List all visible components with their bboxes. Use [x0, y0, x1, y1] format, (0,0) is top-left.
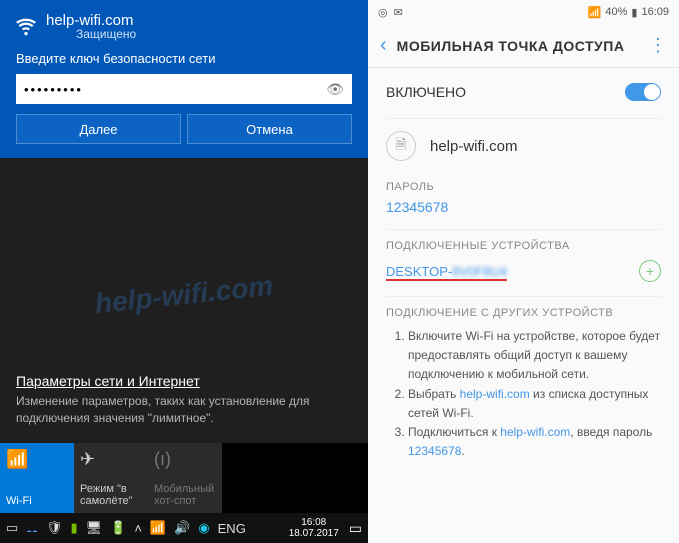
page-title: МОБИЛЬНАЯ ТОЧКА ДОСТУПА [397, 38, 625, 54]
battery-text: 40% [605, 6, 627, 18]
instructions: Включите Wi-Fi на устройстве, которое бу… [386, 327, 661, 461]
tray-icon[interactable]: ▭ [6, 520, 18, 536]
security-prompt: Введите ключ безопасности сети [16, 51, 352, 66]
hotspot-toggle-row[interactable]: ВКЛЮЧЕНО [386, 68, 661, 116]
instruction-item: Выбрать help-wifi.com из списка доступны… [408, 385, 661, 423]
tray-icon[interactable]: 🛡 [46, 520, 63, 536]
volume-icon[interactable]: 🔊 [174, 520, 190, 536]
action-tiles: 📶 Wi-Fi ✈ Режим "в самолёте" (ı) Мобильн… [0, 443, 368, 513]
next-button[interactable]: Далее [16, 114, 181, 144]
instruction-item: Подключиться к help-wifi.com, введя паро… [408, 423, 661, 461]
airplane-icon: ✈ [80, 449, 142, 470]
tile-wifi[interactable]: 📶 Wi-Fi [0, 443, 74, 513]
tray-icon[interactable]: 🖥 [86, 520, 103, 536]
divider [386, 229, 661, 230]
message-icon: ✉ [394, 6, 403, 19]
taskbar: ▭ ⚋ 🛡 ▮ 🖥 🔋 ˄ 📶 🔊 ◉ ENG 16:08 18.07.2017… [0, 513, 368, 543]
battery-icon[interactable]: 🔋 [110, 520, 126, 536]
action-center-icon[interactable]: ▭ [349, 520, 362, 537]
signal-icon: 📶 [588, 6, 602, 19]
reveal-password-icon[interactable]: 👁 [326, 81, 344, 98]
enabled-label: ВКЛЮЧЕНО [386, 84, 466, 100]
tray-icon[interactable]: ◉ [198, 520, 209, 536]
more-icon[interactable]: ⋮ [649, 35, 667, 56]
divider [386, 296, 661, 297]
flyout-body: help-wifi.com Параметры сети и Интернет … [0, 158, 368, 443]
tile-hotspot[interactable]: (ı) Мобильный хот-спот [148, 443, 222, 513]
wifi-icon [16, 17, 36, 37]
other-devices-label: ПОДКЛЮЧЕНИЕ С ДРУГИХ УСТРОЙСТВ [386, 307, 661, 319]
hotspot-name: help-wifi.com [430, 138, 518, 155]
network-config-row[interactable]: 🗎 help-wifi.com [386, 121, 661, 171]
android-status-bar: ◎ ✉ 📶 40% ▮ 16:09 [368, 0, 679, 24]
hotspot-icon: (ı) [154, 449, 216, 470]
connected-section-label: ПОДКЛЮЧЕННЫЕ УСТРОЙСТВА [386, 240, 661, 252]
network-status: Защищено [76, 27, 136, 41]
document-icon: 🗎 [386, 131, 416, 161]
password-input[interactable] [24, 82, 326, 97]
hotspot-password[interactable]: 12345678 [386, 199, 661, 215]
wifi-icon: 📶 [6, 449, 68, 470]
status-time: 16:09 [641, 6, 669, 18]
bluetooth-icon[interactable]: ⚋ [26, 520, 38, 536]
network-settings-link[interactable]: Параметры сети и Интернет [16, 373, 352, 389]
network-settings-desc: Изменение параметров, таких как установл… [16, 393, 352, 427]
chevron-up-icon[interactable]: ˄ [134, 521, 142, 536]
back-icon[interactable]: ‹ [380, 34, 387, 57]
camera-icon: ◎ [378, 6, 388, 19]
language-indicator[interactable]: ENG [218, 521, 246, 536]
divider [386, 118, 661, 119]
battery-icon: ▮ [631, 6, 637, 19]
password-input-row: 👁 [16, 74, 352, 104]
tray-icon[interactable]: ▮ [70, 520, 77, 536]
cancel-button[interactable]: Отмена [187, 114, 352, 144]
settings-content: ВКЛЮЧЕНО 🗎 help-wifi.com ПАРОЛЬ 12345678… [368, 68, 679, 543]
watermark: help-wifi.com [93, 270, 274, 321]
connected-device[interactable]: DESKTOP-8V0F8U4 [386, 264, 507, 279]
wifi-connect-panel: help-wifi.com Защищено Введите ключ безо… [0, 0, 368, 158]
app-header: ‹ МОБИЛЬНАЯ ТОЧКА ДОСТУПА ⋮ [368, 24, 679, 68]
taskbar-clock[interactable]: 16:08 18.07.2017 [283, 517, 345, 539]
tile-airplane[interactable]: ✈ Режим "в самолёте" [74, 443, 148, 513]
network-tray-icon[interactable]: 📶 [150, 520, 166, 536]
hotspot-toggle[interactable] [625, 83, 661, 101]
add-device-button[interactable]: + [639, 260, 661, 282]
password-section-label: ПАРОЛЬ [386, 181, 661, 193]
instruction-item: Включите Wi-Fi на устройстве, которое бу… [408, 327, 661, 385]
